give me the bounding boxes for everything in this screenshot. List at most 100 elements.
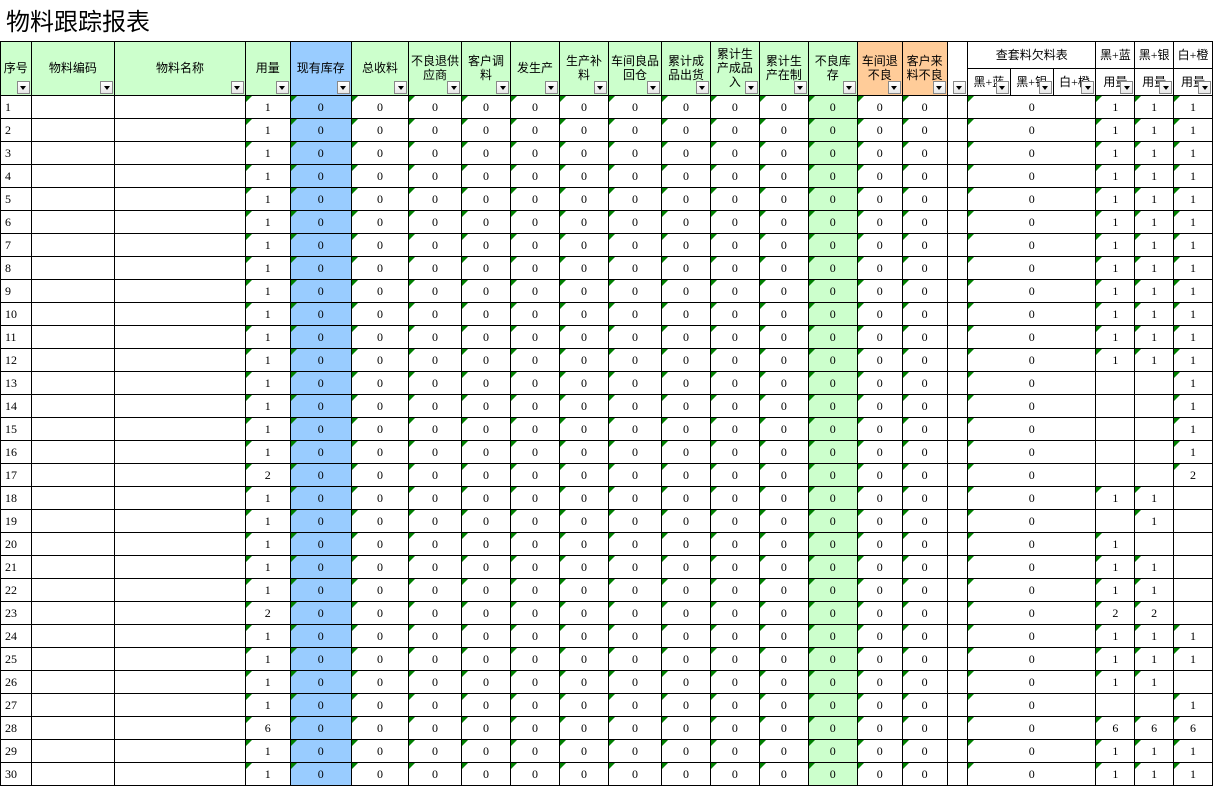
cell-kit4[interactable]: 1 (1096, 349, 1135, 372)
cell-wsreturn[interactable]: 0 (608, 717, 661, 740)
cell-wsreturn[interactable]: 0 (608, 763, 661, 786)
cell-seq[interactable]: 16 (1, 441, 32, 464)
cell-recv[interactable]: 0 (351, 579, 408, 602)
cell-kit4[interactable]: 2 (1096, 602, 1135, 625)
filter-icon[interactable] (100, 81, 113, 94)
cell-recv[interactable]: 0 (351, 234, 408, 257)
cell-prod[interactable]: 0 (511, 510, 560, 533)
cell-kit-merged[interactable]: 0 (967, 303, 1096, 326)
cell-wsreturn[interactable]: 0 (608, 165, 661, 188)
cell-custadj[interactable]: 0 (462, 556, 511, 579)
cell-defret[interactable]: 0 (409, 326, 462, 349)
cell-cumout[interactable]: 0 (661, 142, 710, 165)
cell-recv[interactable]: 0 (351, 533, 408, 556)
cell-usage[interactable]: 1 (245, 671, 290, 694)
cell-kit5[interactable]: 1 (1135, 556, 1174, 579)
cell-defstock[interactable]: 0 (808, 602, 857, 625)
cell-prodsup[interactable]: 0 (559, 234, 608, 257)
cell-kit5[interactable] (1135, 694, 1174, 717)
col-usage[interactable]: 用量 (245, 42, 290, 96)
cell-cumin[interactable]: 0 (710, 96, 759, 119)
cell-kit5[interactable]: 1 (1135, 349, 1174, 372)
cell-defstock[interactable]: 0 (808, 280, 857, 303)
cell-custdef[interactable]: 0 (902, 96, 947, 119)
cell-prod[interactable]: 0 (511, 648, 560, 671)
cell-wsdef[interactable]: 0 (857, 119, 902, 142)
cell-kit5[interactable] (1135, 533, 1174, 556)
cell-kit-merged[interactable]: 0 (967, 326, 1096, 349)
cell-cumwip[interactable]: 0 (759, 349, 808, 372)
cell-kit4[interactable]: 1 (1096, 648, 1135, 671)
cell-defstock[interactable]: 0 (808, 487, 857, 510)
filter-icon[interactable] (1198, 81, 1211, 94)
filter-icon[interactable] (1120, 81, 1133, 94)
cell-seq[interactable]: 7 (1, 234, 32, 257)
cell-prodsup[interactable]: 0 (559, 303, 608, 326)
cell-custadj[interactable]: 0 (462, 211, 511, 234)
cell-name[interactable] (115, 671, 246, 694)
cell-stock[interactable]: 0 (290, 257, 351, 280)
cell-kit4[interactable]: 1 (1096, 625, 1135, 648)
cell-custdef[interactable]: 0 (902, 487, 947, 510)
cell-code[interactable] (31, 671, 115, 694)
cell-gap[interactable] (947, 349, 967, 372)
cell-defret[interactable]: 0 (409, 579, 462, 602)
cell-wsdef[interactable]: 0 (857, 648, 902, 671)
cell-custdef[interactable]: 0 (902, 303, 947, 326)
cell-kit6[interactable]: 1 (1174, 257, 1213, 280)
cell-usage[interactable]: 1 (245, 441, 290, 464)
cell-custdef[interactable]: 0 (902, 763, 947, 786)
cell-prod[interactable]: 0 (511, 188, 560, 211)
cell-kit6[interactable]: 1 (1174, 372, 1213, 395)
cell-wsreturn[interactable]: 0 (608, 464, 661, 487)
col-prodsup[interactable]: 生产补料 (559, 42, 608, 96)
cell-defstock[interactable]: 0 (808, 372, 857, 395)
cell-prod[interactable]: 0 (511, 418, 560, 441)
cell-custadj[interactable]: 0 (462, 763, 511, 786)
cell-wsreturn[interactable]: 0 (608, 96, 661, 119)
cell-usage[interactable]: 1 (245, 510, 290, 533)
cell-code[interactable] (31, 533, 115, 556)
filter-icon[interactable] (594, 81, 607, 94)
cell-kit4[interactable] (1096, 395, 1135, 418)
cell-custdef[interactable]: 0 (902, 395, 947, 418)
cell-kit5[interactable] (1135, 418, 1174, 441)
cell-usage[interactable]: 1 (245, 395, 290, 418)
cell-custdef[interactable]: 0 (902, 211, 947, 234)
cell-usage[interactable]: 1 (245, 625, 290, 648)
cell-gap[interactable] (947, 395, 967, 418)
cell-kit5[interactable] (1135, 395, 1174, 418)
cell-custdef[interactable]: 0 (902, 671, 947, 694)
cell-custadj[interactable]: 0 (462, 326, 511, 349)
cell-kit6[interactable]: 1 (1174, 418, 1213, 441)
cell-kit4[interactable]: 1 (1096, 165, 1135, 188)
cell-stock[interactable]: 0 (290, 349, 351, 372)
cell-prodsup[interactable]: 0 (559, 280, 608, 303)
cell-kit4[interactable]: 1 (1096, 533, 1135, 556)
cell-defret[interactable]: 0 (409, 142, 462, 165)
cell-custdef[interactable]: 0 (902, 142, 947, 165)
cell-prod[interactable]: 0 (511, 211, 560, 234)
cell-custadj[interactable]: 0 (462, 349, 511, 372)
cell-name[interactable] (115, 142, 246, 165)
cell-gap[interactable] (947, 257, 967, 280)
cell-kit-merged[interactable]: 0 (967, 533, 1096, 556)
cell-recv[interactable]: 0 (351, 280, 408, 303)
cell-usage[interactable]: 1 (245, 740, 290, 763)
cell-seq[interactable]: 28 (1, 717, 32, 740)
cell-kit4[interactable]: 1 (1096, 257, 1135, 280)
cell-custadj[interactable]: 0 (462, 142, 511, 165)
cell-wsdef[interactable]: 0 (857, 142, 902, 165)
cell-recv[interactable]: 0 (351, 418, 408, 441)
cell-cumwip[interactable]: 0 (759, 579, 808, 602)
cell-recv[interactable]: 0 (351, 96, 408, 119)
cell-stock[interactable]: 0 (290, 96, 351, 119)
cell-gap[interactable] (947, 510, 967, 533)
cell-wsreturn[interactable]: 0 (608, 602, 661, 625)
cell-wsreturn[interactable]: 0 (608, 303, 661, 326)
col-custdef[interactable]: 客户来料不良 (902, 42, 947, 96)
cell-defret[interactable]: 0 (409, 464, 462, 487)
cell-defret[interactable]: 0 (409, 556, 462, 579)
cell-usage[interactable]: 1 (245, 142, 290, 165)
cell-prod[interactable]: 0 (511, 763, 560, 786)
